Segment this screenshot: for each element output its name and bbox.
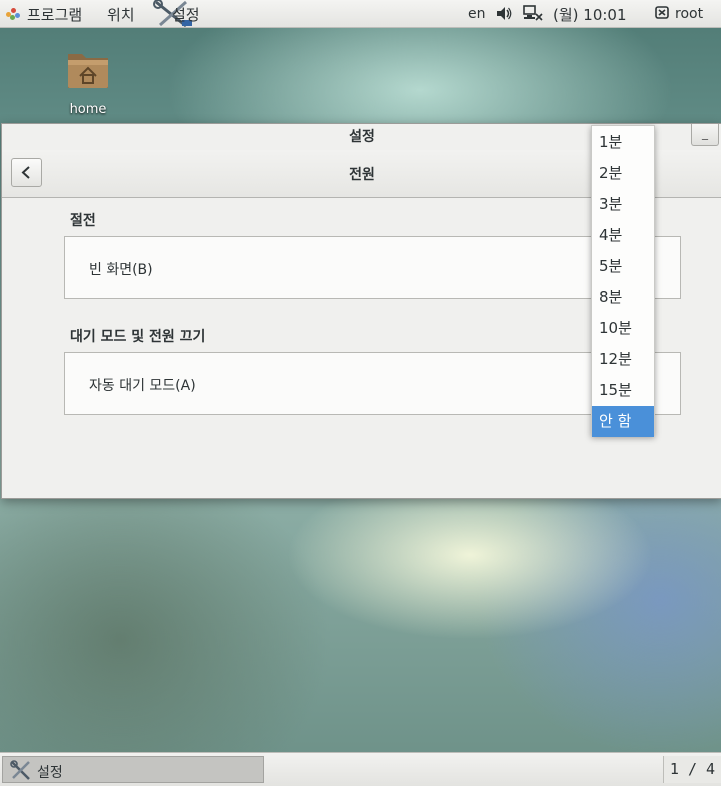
system-menu-icon[interactable]	[655, 6, 669, 19]
option-2min[interactable]: 2분	[592, 158, 654, 189]
option-8min[interactable]: 8분	[592, 282, 654, 313]
option-15min[interactable]: 15분	[592, 375, 654, 406]
auto-suspend-label: 자동 대기 모드(A)	[89, 378, 196, 394]
network-disconnected-icon[interactable]	[523, 5, 543, 22]
places-menu[interactable]: 위치	[107, 4, 135, 25]
applications-menu[interactable]: 프로그램	[27, 4, 82, 25]
volume-icon[interactable]	[496, 6, 512, 21]
blank-screen-label: 빈 화면(B)	[89, 262, 153, 278]
option-4min[interactable]: 4분	[592, 220, 654, 251]
option-12min[interactable]: 12분	[592, 344, 654, 375]
home-icon-label: home	[69, 102, 107, 117]
taskbar-settings-label: 설정	[37, 765, 63, 781]
workspace-indicator[interactable]: 1 / 4	[663, 756, 721, 783]
section-title-power-saving: 절전	[70, 213, 96, 229]
option-5min[interactable]: 5분	[592, 251, 654, 282]
option-10min[interactable]: 10분	[592, 313, 654, 344]
blank-screen-dropdown: 1분 2분 3분 4분 5분 8분 10분 12분 15분 안 함	[591, 125, 655, 437]
taskbar-settings-button[interactable]: 설정	[2, 756, 264, 783]
blank-screen-row[interactable]: 빈 화면(B)	[64, 236, 681, 299]
top-panel: 프로그램 위치 설정 en (월) 10:01 root	[0, 0, 721, 28]
input-language[interactable]: en	[468, 6, 486, 22]
clock[interactable]: (월) 10:01	[553, 4, 627, 25]
bottom-panel: 설정 1 / 4	[0, 752, 721, 786]
gnome-foot-icon[interactable]	[6, 8, 20, 20]
option-1min[interactable]: 1분	[592, 127, 654, 158]
desktop-home-icon[interactable]: home	[60, 50, 116, 117]
option-3min[interactable]: 3분	[592, 189, 654, 220]
section-title-suspend: 대기 모드 및 전원 끄기	[70, 329, 206, 345]
minimize-button[interactable]: _	[691, 124, 719, 146]
auto-suspend-row[interactable]: 자동 대기 모드(A)	[64, 352, 681, 415]
option-never[interactable]: 안 함	[592, 406, 654, 437]
settings-tools-icon	[10, 760, 30, 780]
app-menu[interactable]: 설정	[172, 4, 200, 25]
user-menu[interactable]: root	[675, 6, 703, 22]
window-title: 설정	[349, 129, 375, 145]
home-folder-icon	[66, 50, 110, 90]
